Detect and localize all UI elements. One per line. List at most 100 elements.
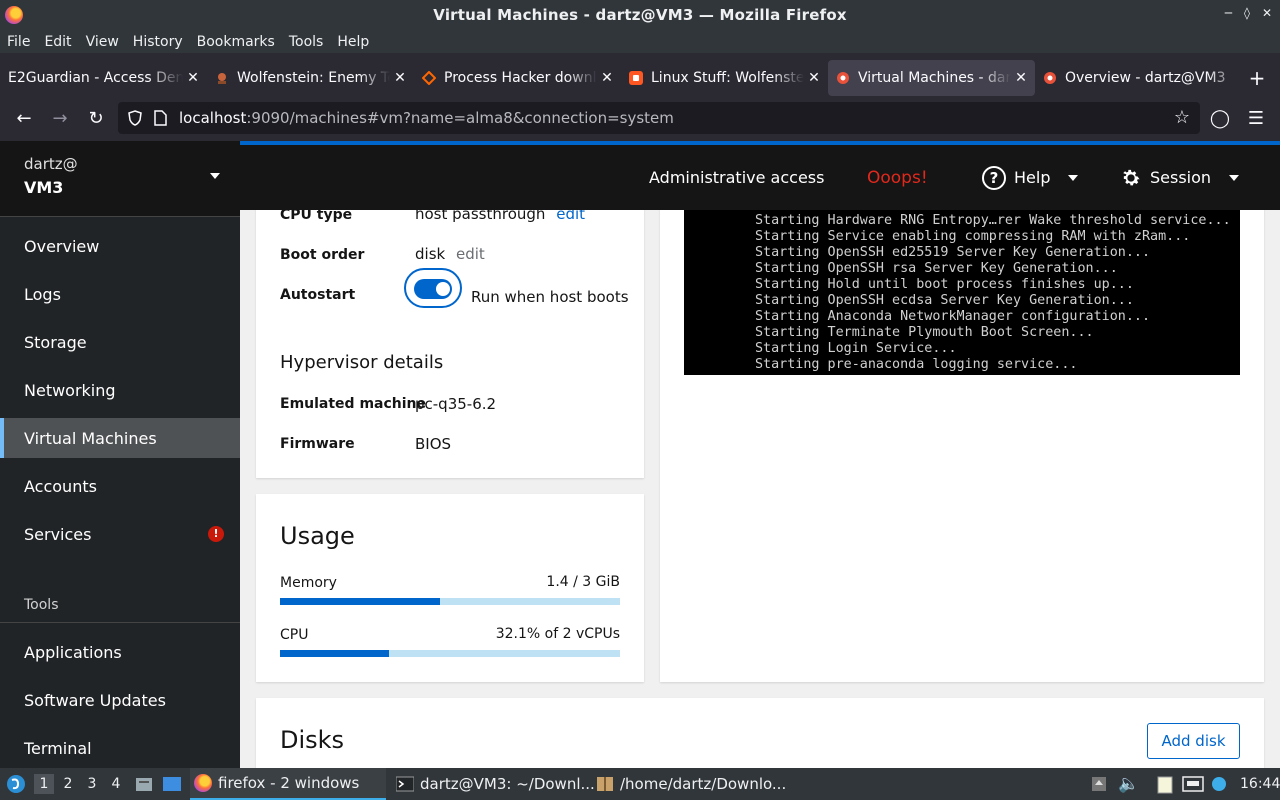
session-menu[interactable]: Session (1120, 145, 1240, 210)
sidebar-item-logs[interactable]: Logs (0, 274, 240, 314)
menu-history[interactable]: History (126, 34, 190, 50)
file-manager-launcher-icon[interactable] (135, 768, 153, 800)
add-disk-button[interactable]: Add disk (1147, 723, 1240, 759)
chevron-down-icon (210, 173, 220, 179)
host-name: VM3 (24, 178, 64, 197)
firefox-icon (194, 774, 212, 792)
account-icon[interactable]: ◯ (1202, 102, 1238, 134)
tab-process-hacker[interactable]: Process Hacker downlo ✕ (414, 60, 621, 96)
console-line: Starting Hardware RNG Entropy…rer Wake t… (755, 213, 1231, 228)
taskbar-app-firefox[interactable]: firefox - 2 windows (190, 768, 386, 800)
cpu-edit-link[interactable]: edit (556, 210, 585, 223)
help-menu[interactable]: ? Help (982, 145, 1079, 210)
restore-icon[interactable]: ◊ (1244, 6, 1250, 20)
sidebar-item-applications[interactable]: Applications (0, 632, 240, 672)
sidebar-item-terminal[interactable]: Terminal (0, 728, 240, 768)
close-tab-icon[interactable]: ✕ (390, 70, 410, 86)
tab-virtual-machines[interactable]: Virtual Machines - dartz ✕ (828, 60, 1035, 96)
notifications-icon[interactable] (1211, 768, 1227, 800)
close-window-icon[interactable]: ✕ (1262, 6, 1272, 20)
sidebar-item-software-updates[interactable]: Software Updates (0, 680, 240, 720)
boot-order-label: Boot order (280, 247, 365, 263)
tab-label: Virtual Machines - dartz (858, 70, 1011, 86)
usage-card: Usage Memory 1.4 / 3 GiB CPU 32.1% of 2 … (256, 494, 644, 682)
close-tab-icon[interactable]: ✕ (804, 70, 824, 86)
workspace-2[interactable]: 2 (58, 774, 78, 794)
volume-icon[interactable]: 🔈 (1118, 768, 1139, 800)
bookmark-star-icon[interactable]: ☆ (1174, 107, 1190, 128)
tab-strip: E2Guardian - Access Deni ✕ Wolfenstein: … (0, 60, 1280, 96)
reload-icon[interactable]: ↻ (78, 102, 114, 134)
sidebar-item-virtual-machines[interactable]: Virtual Machines (0, 418, 240, 458)
tab-label: Overview - dartz@VM3 (1065, 70, 1226, 86)
administrative-access-button[interactable]: Administrative access (649, 145, 824, 210)
sidebar-item-overview[interactable]: Overview (0, 226, 240, 266)
new-tab-icon[interactable]: + (1242, 66, 1272, 90)
window-title: Virtual Machines - dartz@VM3 — Mozilla F… (433, 6, 847, 24)
menu-bar: File Edit View History Bookmarks Tools H… (0, 30, 1280, 53)
cpu-type-label: CPU type (280, 210, 353, 223)
autostart-toggle[interactable] (404, 268, 462, 308)
menu-file[interactable]: File (0, 34, 37, 50)
console-line: Starting OpenSSH rsa Server Key Generati… (755, 261, 1118, 276)
close-tab-icon[interactable]: ✕ (1011, 70, 1031, 86)
menu-help[interactable]: Help (330, 34, 376, 50)
menu-view[interactable]: View (79, 34, 126, 50)
console-card: Starting Hardware RNG Entropy…rer Wake t… (660, 210, 1264, 682)
host-selector[interactable]: dartz@ VM3 (0, 141, 240, 217)
menu-bookmarks[interactable]: Bookmarks (190, 34, 282, 50)
network-icon[interactable] (1182, 768, 1204, 800)
boot-edit-link[interactable]: edit (456, 245, 485, 263)
archive-icon (597, 777, 613, 791)
sidebar-item-storage[interactable]: Storage (0, 322, 240, 362)
vm-details-card: CPU type host passthrough edit Boot orde… (256, 210, 644, 478)
taskbar-app-archive[interactable]: /home/dartz/Downlo... (596, 768, 786, 800)
tab-e2guardian[interactable]: E2Guardian - Access Deni ✕ (0, 60, 207, 96)
console-line: Starting pre-anaconda logging service... (755, 357, 1078, 372)
terminal-icon (396, 776, 414, 792)
tab-label: Process Hacker downlo (444, 70, 597, 86)
clock: 16:44 (1240, 776, 1280, 792)
tray-updates-icon[interactable] (1090, 768, 1108, 800)
shield-icon (128, 110, 142, 126)
menu-edit[interactable]: Edit (37, 34, 78, 50)
firmware-label: Firmware (280, 436, 355, 452)
url-bar[interactable]: localhost:9090/machines#vm?name=alma8&co… (118, 102, 1200, 134)
back-icon[interactable]: ← (6, 102, 42, 134)
page-icon (154, 110, 167, 126)
tab-overview[interactable]: Overview - dartz@VM3 (1035, 60, 1242, 96)
autostart-text: Run when host boots (471, 288, 629, 306)
help-icon: ? (982, 165, 1006, 190)
workspace-4[interactable]: 4 (106, 774, 126, 794)
cockpit-icon (837, 72, 849, 84)
console-line: Starting Hold until boot process finishe… (755, 277, 1134, 292)
workspace-1[interactable]: 1 (34, 774, 54, 794)
workspace-3[interactable]: 3 (82, 774, 102, 794)
forward-icon[interactable]: → (42, 102, 78, 134)
vm-console[interactable]: Starting Hardware RNG Entropy…rer Wake t… (684, 210, 1240, 375)
boot-order-value: disk edit (415, 245, 485, 263)
clipboard-icon[interactable] (1156, 768, 1174, 800)
minimize-icon[interactable]: ─ (1225, 6, 1232, 20)
usage-title: Usage (280, 522, 355, 550)
sidebar-item-accounts[interactable]: Accounts (0, 466, 240, 506)
taskbar-app-terminal[interactable]: dartz@VM3: ~/Downl... (396, 768, 595, 800)
tab-wolfenstein[interactable]: Wolfenstein: Enemy Te ✕ (207, 60, 414, 96)
sidebar-item-networking[interactable]: Networking (0, 370, 240, 410)
cockpit-page: dartz@ VM3 Overview Logs Storage Network… (0, 141, 1280, 768)
main-content: CPU type host passthrough edit Boot orde… (240, 210, 1280, 768)
close-tab-icon[interactable]: ✕ (597, 70, 617, 86)
oops-button[interactable]: Ooops! (867, 145, 928, 210)
console-line: Starting Anaconda NetworkManager configu… (755, 309, 1151, 324)
desktop-launcher-icon[interactable] (162, 768, 182, 800)
app-menu-icon[interactable] (6, 768, 26, 800)
console-line: Starting OpenSSH ecdsa Server Key Genera… (755, 293, 1134, 308)
close-tab-icon[interactable]: ✕ (183, 70, 203, 86)
sidebar: dartz@ VM3 Overview Logs Storage Network… (0, 141, 240, 768)
menu-tools[interactable]: Tools (282, 34, 331, 50)
tab-linux-stuff[interactable]: Linux Stuff: Wolfenstei ✕ (621, 60, 828, 96)
session-label: Session (1150, 168, 1212, 187)
sidebar-item-services[interactable]: Services (0, 514, 240, 554)
hamburger-menu-icon[interactable]: ☰ (1238, 102, 1274, 134)
autostart-label: Autostart (280, 287, 356, 303)
